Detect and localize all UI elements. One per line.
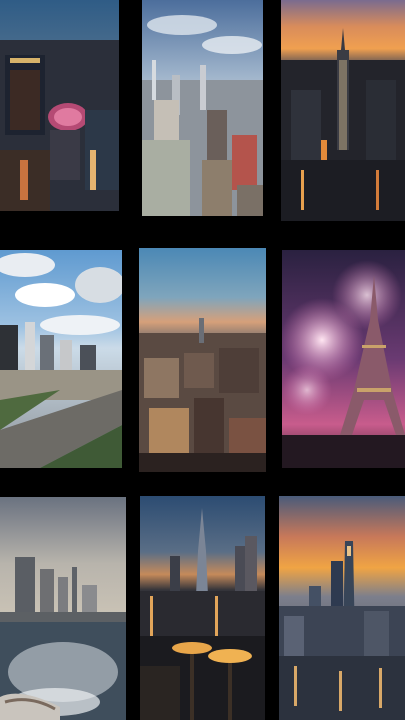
photo-tile-eiffel-tower-fireworks[interactable] [282,250,405,468]
photo-tile-terrace-city-night[interactable] [140,496,265,720]
photo-tile-city-dusk-aerial[interactable] [139,248,266,472]
photo-tile-aerial-city-night[interactable] [0,0,119,211]
photo-tile-highway-city-day[interactable] [0,250,122,468]
city-skyline-sunset-image [281,0,405,221]
terrace-city-night-image [140,496,265,720]
aerial-city-night-image [0,0,119,211]
skyscrapers-sunset-image [279,496,405,720]
city-dusk-aerial-image [139,248,266,472]
photo-grid [0,0,405,720]
highway-city-day-image [0,250,122,468]
photo-tile-boat-wake-skyline[interactable] [0,497,126,720]
city-skyline-cloudy-image [142,0,263,216]
eiffel-tower-fireworks-image [282,250,405,468]
photo-tile-city-skyline-cloudy[interactable] [142,0,263,216]
photo-tile-skyscrapers-sunset[interactable] [279,496,405,720]
boat-wake-skyline-image [0,497,126,720]
photo-tile-city-skyline-sunset[interactable] [281,0,405,221]
